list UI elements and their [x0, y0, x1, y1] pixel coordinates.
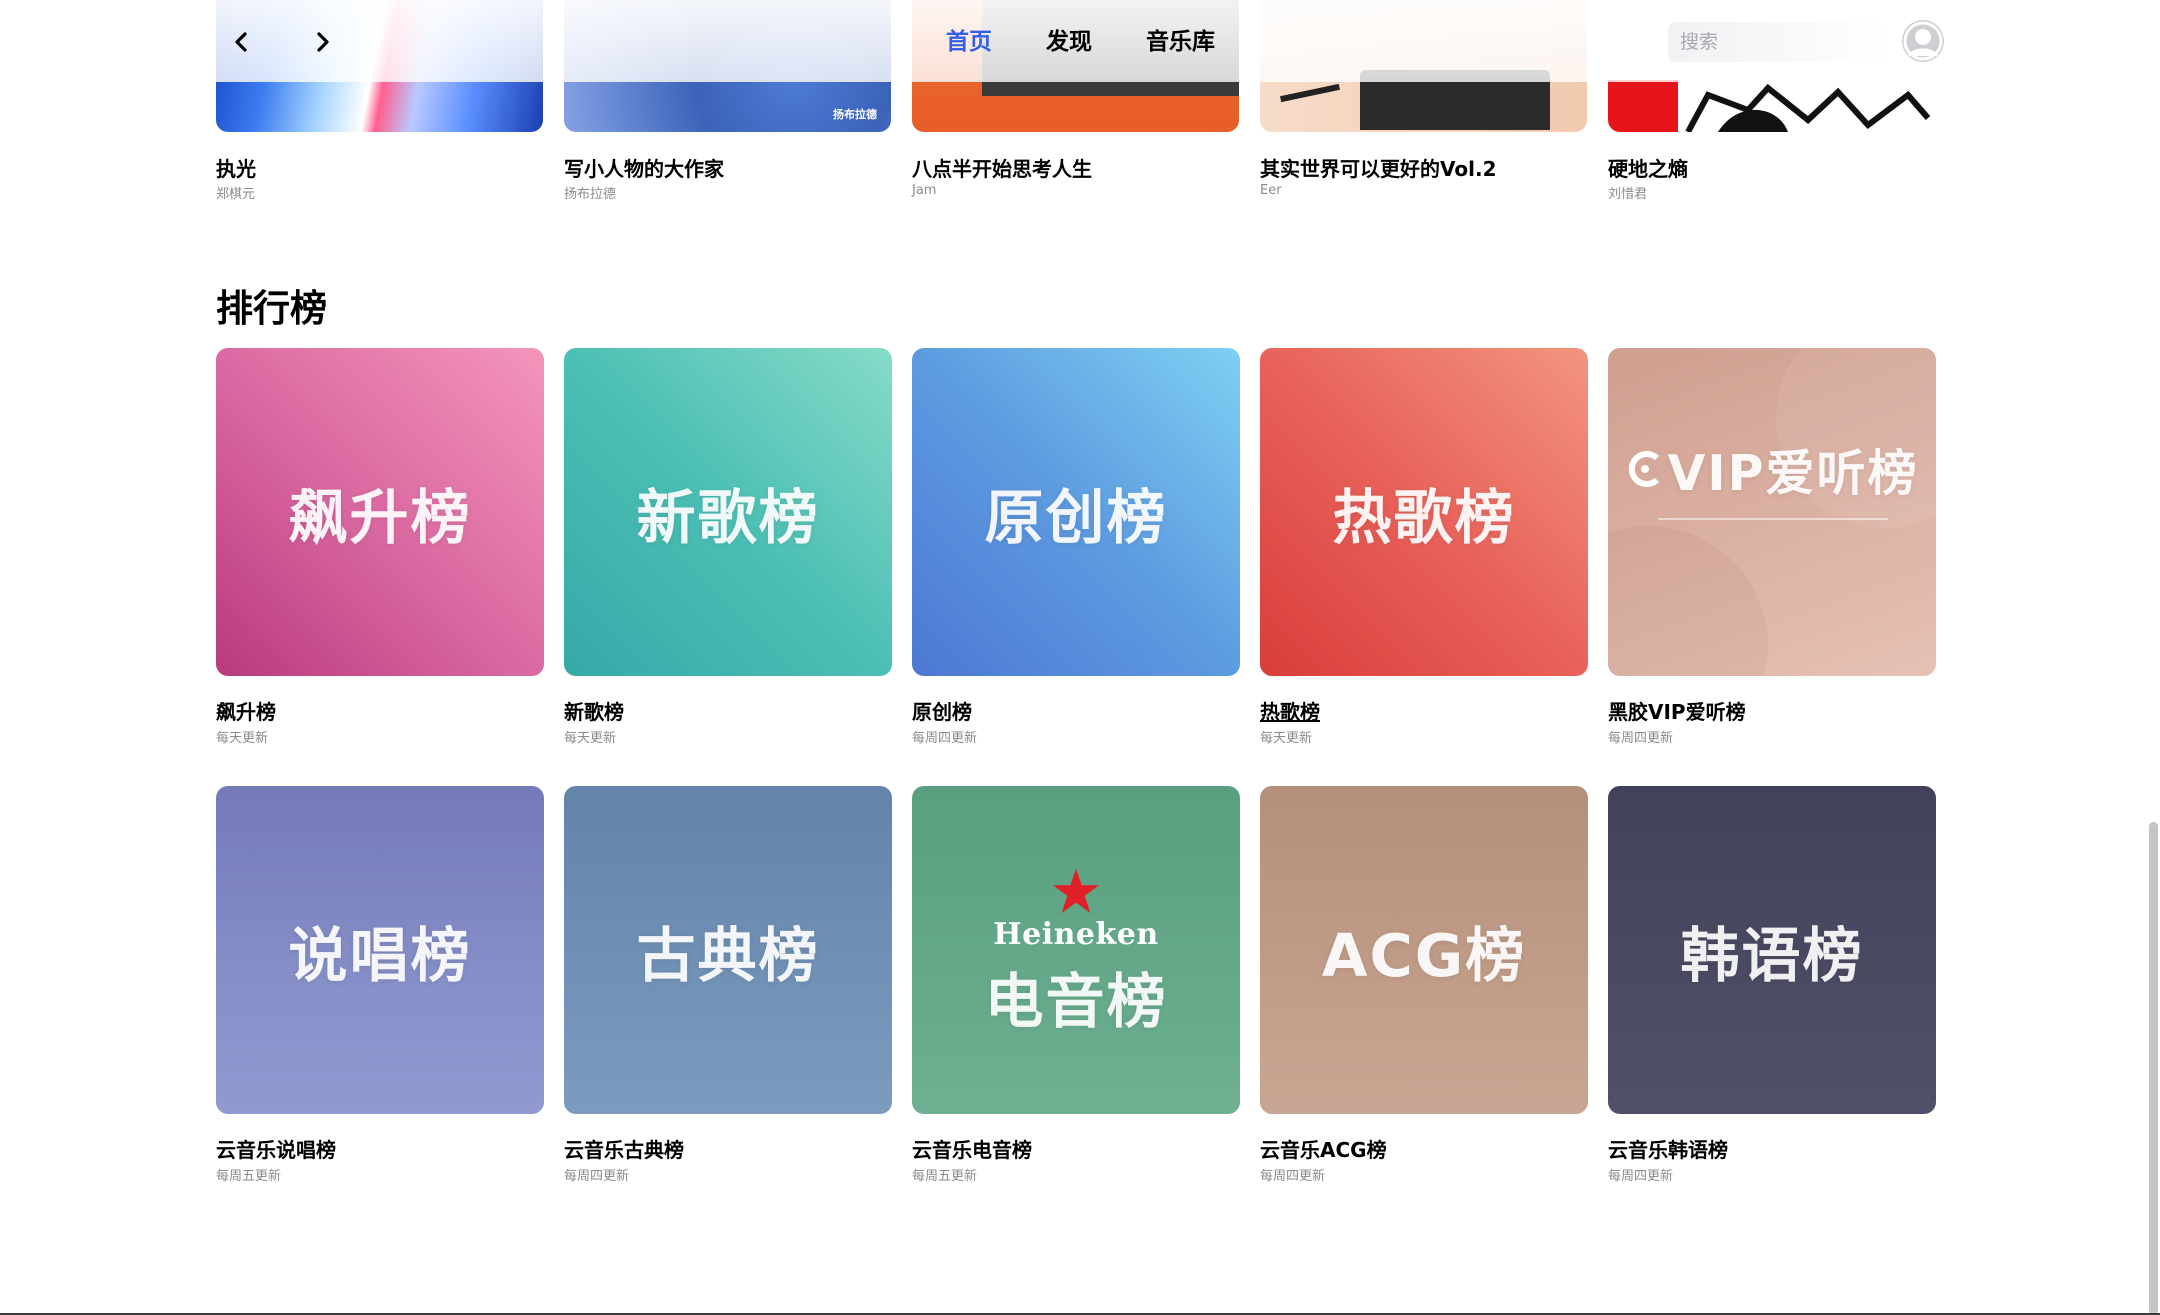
search-input[interactable] [1668, 30, 1882, 54]
chart-tile-vip[interactable]: VIP爱听榜 黑胶VIP爱听榜 每周四更新 [1608, 348, 1936, 746]
chart-cover[interactable]: 新歌榜 [564, 348, 892, 676]
chart-cover[interactable]: VIP爱听榜 [1608, 348, 1936, 676]
chart-name[interactable]: 原创榜 [912, 696, 972, 725]
chart-tile-soaring[interactable]: 飙升榜 飙升榜 每天更新 [216, 348, 544, 746]
playlist-title[interactable]: 写小人物的大作家 [564, 153, 724, 182]
tab-discover[interactable]: 发现 [1046, 24, 1092, 60]
top-nav-bar: 首页 发现 音乐库 [0, 0, 2160, 82]
playlist-title[interactable]: 其实世界可以更好的Vol.2 [1260, 153, 1497, 182]
chart-cover-text: 原创榜 [984, 482, 1168, 552]
chart-update-schedule: 每周五更新 [216, 1169, 282, 1184]
chevron-left-icon [235, 32, 247, 52]
chart-cover-text: 飙升榜 [288, 482, 472, 552]
chart-cover[interactable]: 韩语榜 [1608, 786, 1936, 1114]
search-box [1668, 22, 1890, 62]
chart-cover[interactable]: 原创榜 [912, 348, 1240, 676]
chart-tile-new[interactable]: 新歌榜 新歌榜 每天更新 [564, 348, 892, 746]
playlist-artist[interactable]: 刘惜君 [1608, 183, 1647, 202]
playlist-artist[interactable]: 扬布拉德 [564, 183, 616, 202]
chart-tile-hot[interactable]: 热歌榜 热歌榜 每天更新 [1260, 348, 1588, 746]
chart-cover[interactable]: 飙升榜 [216, 348, 544, 676]
playlist-title[interactable]: 执光 [216, 153, 256, 182]
chart-update-schedule: 每周四更新 [1608, 1169, 1674, 1184]
chart-cover[interactable]: Heineken 电音榜 [912, 786, 1240, 1114]
chevron-right-icon [317, 32, 329, 52]
chart-name[interactable]: 黑胶VIP爱听榜 [1608, 696, 1746, 725]
chart-cover[interactable]: 说唱榜 [216, 786, 544, 1114]
chart-tile-korean[interactable]: 韩语榜 云音乐韩语榜 每周四更新 [1608, 786, 1936, 1184]
chart-cover-text: 古典榜 [636, 920, 820, 990]
chart-cover-text: 热歌榜 [1332, 482, 1516, 552]
chart-update-schedule: 每天更新 [216, 731, 269, 746]
chart-cover-text: 说唱榜 [288, 920, 472, 990]
chart-name[interactable]: 云音乐ACG榜 [1260, 1134, 1387, 1163]
chart-name[interactable]: 云音乐韩语榜 [1608, 1134, 1728, 1163]
chart-name[interactable]: 云音乐电音榜 [912, 1134, 1032, 1163]
user-avatar-icon [1902, 20, 1944, 62]
chart-update-schedule: 每天更新 [1260, 731, 1313, 746]
playlist-artist[interactable]: Jam [912, 183, 936, 198]
main-tabs: 首页 发现 音乐库 [946, 24, 1215, 60]
chart-name[interactable]: 云音乐说唱榜 [216, 1134, 336, 1163]
chart-name[interactable]: 热歌榜 [1260, 696, 1320, 725]
chart-update-schedule: 每周四更新 [1608, 731, 1674, 746]
chart-tile-rap[interactable]: 说唱榜 云音乐说唱榜 每周五更新 [216, 786, 544, 1184]
avatar[interactable] [1902, 20, 1944, 62]
chart-name[interactable]: 云音乐古典榜 [564, 1134, 684, 1163]
back-button[interactable] [222, 22, 262, 62]
chart-update-schedule: 每天更新 [564, 731, 617, 746]
scrollbar-thumb[interactable] [2149, 822, 2158, 1315]
chart-cover-text: ACG榜 [1321, 920, 1527, 990]
chart-cover[interactable]: 热歌榜 [1260, 348, 1588, 676]
sponsor-brand: Heineken 电音榜 [984, 867, 1167, 1039]
tab-home[interactable]: 首页 [946, 24, 992, 60]
chart-cover-text: 韩语榜 [1680, 920, 1864, 990]
sponsor-logo-text: Heineken [993, 917, 1159, 952]
playlist-cover-label: 扬布拉德 [833, 108, 877, 121]
chart-name[interactable]: 飙升榜 [216, 696, 276, 725]
chart-tile-electronic[interactable]: Heineken 电音榜 云音乐电音榜 每周五更新 [912, 786, 1240, 1184]
chart-tile-acg[interactable]: ACG榜 云音乐ACG榜 每周四更新 [1260, 786, 1588, 1184]
chart-cover-text: 新歌榜 [636, 482, 820, 552]
playlist-title[interactable]: 八点半开始思考人生 [912, 153, 1092, 182]
playlist-artist[interactable]: 郑棋元 [216, 183, 255, 202]
chart-tile-classical[interactable]: 古典榜 云音乐古典榜 每周四更新 [564, 786, 892, 1184]
vinyl-logo-icon [1629, 451, 1660, 487]
forward-button[interactable] [302, 22, 342, 62]
section-title: 排行榜 [216, 287, 327, 330]
scrollbar[interactable] [2146, 0, 2160, 1315]
red-star-icon [1052, 868, 1100, 914]
playlist-artist[interactable]: Eer [1260, 183, 1282, 198]
chart-update-schedule: 每周四更新 [912, 731, 978, 746]
chart-name[interactable]: 新歌榜 [564, 696, 624, 725]
tab-library[interactable]: 音乐库 [1146, 24, 1215, 60]
chart-cover[interactable]: 古典榜 [564, 786, 892, 1114]
chart-update-schedule: 每周五更新 [912, 1169, 978, 1184]
playlist-title[interactable]: 硬地之熵 [1608, 153, 1688, 182]
chart-cover[interactable]: ACG榜 [1260, 786, 1588, 1114]
chart-tile-original[interactable]: 原创榜 原创榜 每周四更新 [912, 348, 1240, 746]
chart-update-schedule: 每周四更新 [564, 1169, 630, 1184]
chart-update-schedule: 每周四更新 [1260, 1169, 1326, 1184]
chart-cover-text: 电音榜 [984, 967, 1168, 1036]
